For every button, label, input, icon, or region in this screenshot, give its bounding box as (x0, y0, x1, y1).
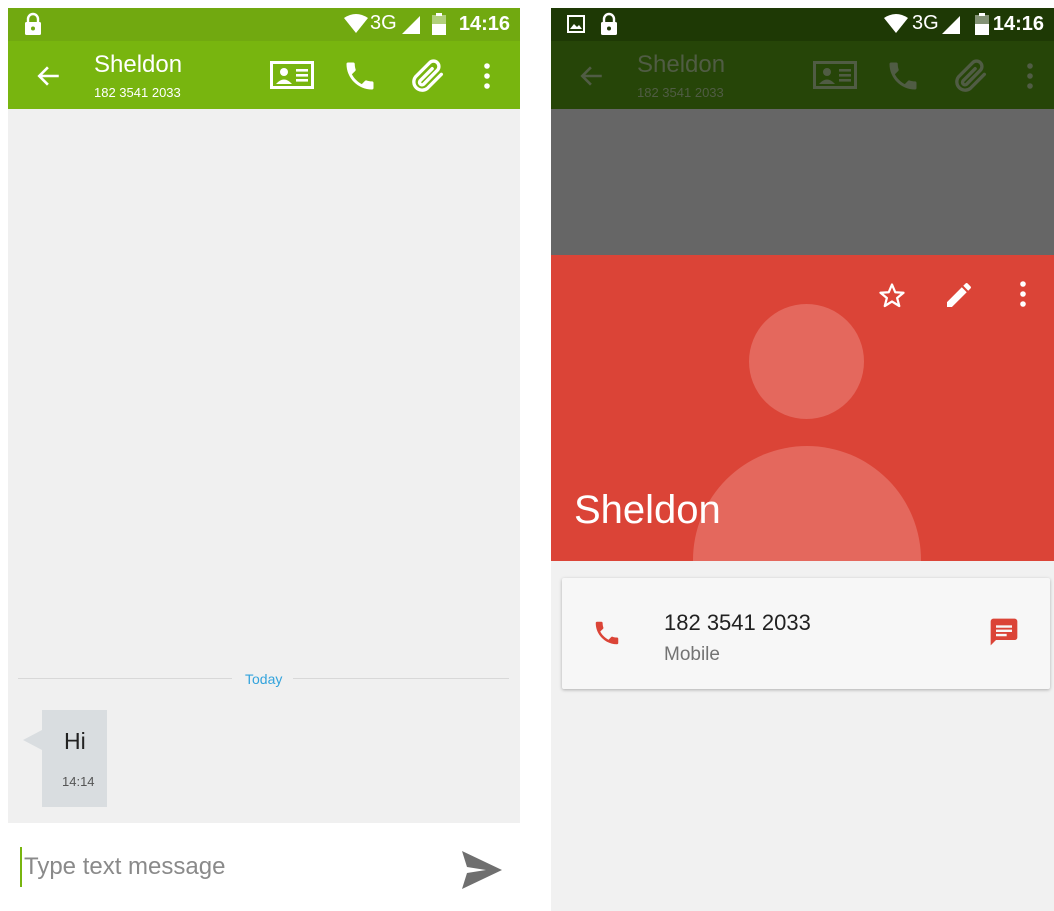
edit-pencil-icon[interactable] (943, 279, 975, 311)
overflow-menu-icon[interactable] (1018, 279, 1028, 309)
conversation-toolbar: Sheldon 182 3541 2033 (8, 41, 520, 109)
message-time: 14:14 (62, 774, 95, 789)
star-icon[interactable] (877, 281, 907, 311)
scrim-area[interactable] (551, 109, 1054, 255)
back-arrow-icon[interactable] (36, 63, 62, 89)
paperclip-icon[interactable] (406, 56, 450, 96)
phone-icon (889, 62, 917, 90)
lock-icon (25, 12, 41, 35)
contact-name: Sheldon (574, 488, 721, 532)
status-time: 14:16 (458, 13, 510, 35)
date-divider-line-right (293, 678, 509, 679)
phone-type: Mobile (664, 644, 720, 665)
phone-number-card[interactable]: 182 3541 2033 Mobile (562, 578, 1050, 689)
battery-icon (975, 13, 989, 35)
contact-title: Sheldon (637, 51, 726, 78)
signal-icon (402, 16, 420, 34)
signal-icon (942, 16, 960, 34)
network-type: 3G (912, 12, 939, 34)
contact-screen: 3G 14:16 Sheldon 182 3541 2033 Sheldon 1… (551, 8, 1054, 911)
contact-card-icon[interactable] (270, 61, 314, 89)
date-separator: Today (245, 671, 283, 687)
status-bar: 3G 14:16 (8, 8, 520, 41)
status-time: 14:16 (992, 13, 1044, 35)
wifi-icon (344, 14, 368, 33)
status-bar: 3G 14:16 (551, 8, 1054, 41)
avatar-head (749, 304, 864, 419)
network-type: 3G (370, 12, 397, 34)
wifi-icon (884, 14, 908, 33)
avatar-body (693, 446, 921, 561)
contact-title: Sheldon (94, 51, 183, 78)
phone-icon[interactable] (592, 618, 622, 648)
contact-header: Sheldon (551, 255, 1054, 561)
message-text: Hi (64, 728, 86, 754)
contact-card-icon (813, 61, 857, 89)
contact-number-subtitle: 182 3541 2033 (637, 85, 724, 100)
paperclip-icon (955, 59, 986, 92)
send-icon[interactable] (460, 849, 504, 891)
message-input[interactable] (20, 847, 444, 887)
phone-number: 182 3541 2033 (664, 610, 811, 635)
lock-icon (601, 12, 617, 35)
contact-number-subtitle: 182 3541 2033 (94, 85, 181, 100)
date-divider-line-left (18, 678, 232, 679)
image-notification-icon (567, 15, 585, 33)
message-bubble[interactable]: Hi 14:14 (42, 710, 107, 807)
conversation-screen: 3G 14:16 Sheldon 182 3541 2033 Today Hi … (8, 8, 520, 911)
back-arrow-icon (580, 66, 602, 86)
battery-icon (432, 13, 446, 35)
message-composer (8, 823, 520, 911)
phone-icon[interactable] (342, 58, 378, 94)
conversation-toolbar-dimmed: Sheldon 182 3541 2033 (551, 41, 1054, 109)
message-icon[interactable] (988, 616, 1020, 648)
overflow-menu-icon (1027, 63, 1033, 89)
message-bubble-tail (23, 730, 42, 750)
overflow-menu-icon[interactable] (482, 61, 492, 91)
